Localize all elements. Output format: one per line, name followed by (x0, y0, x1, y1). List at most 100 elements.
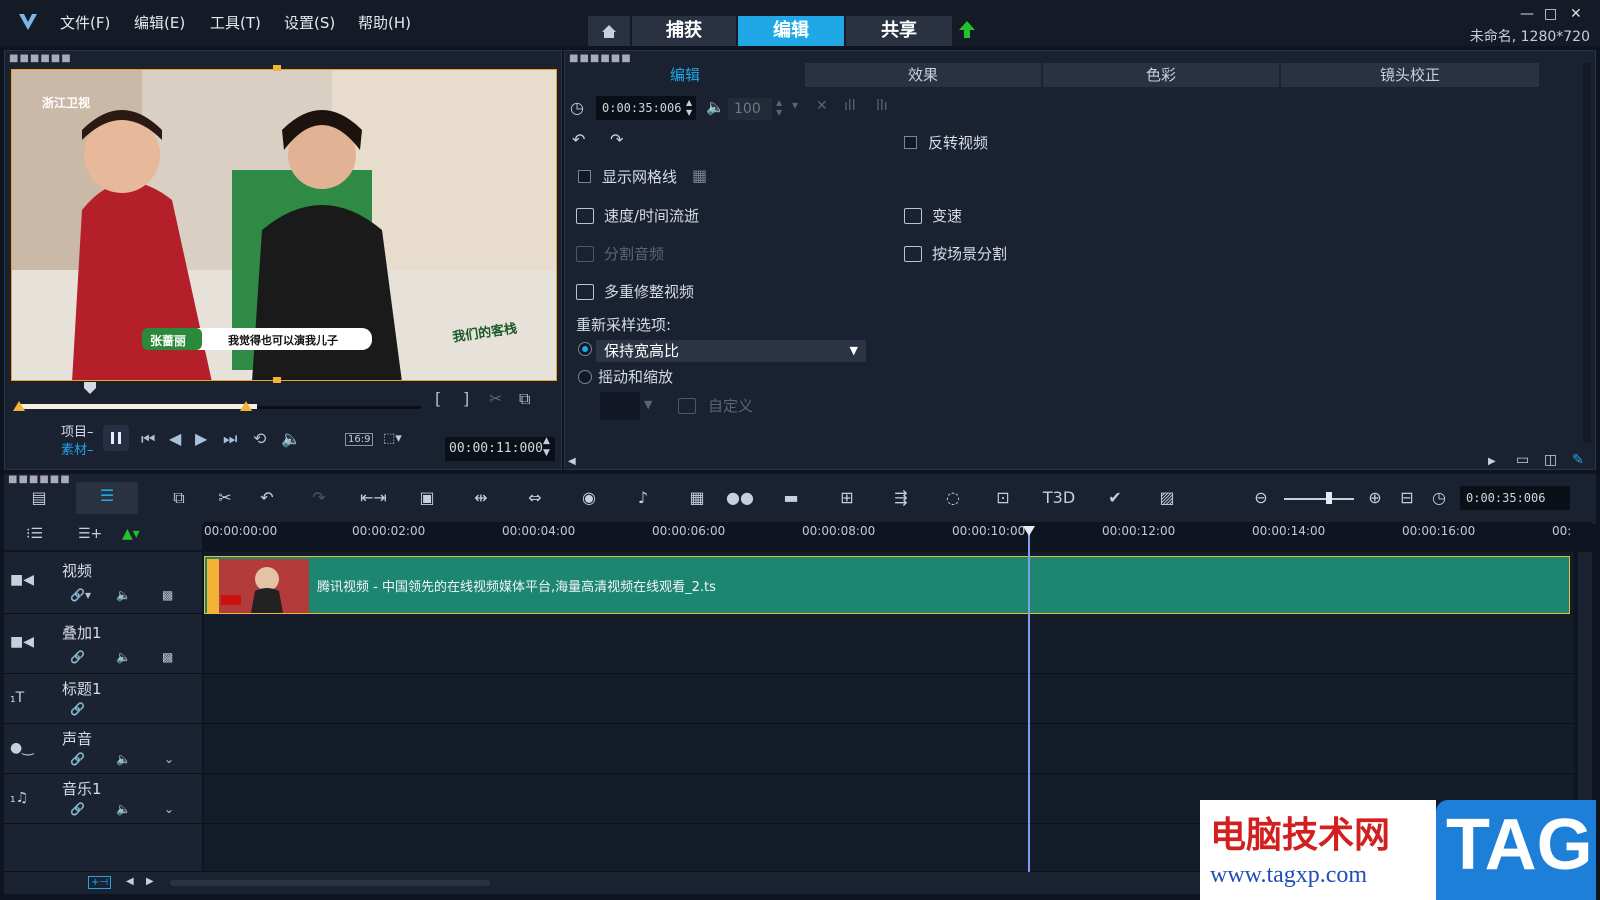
time-ruler[interactable]: 00:00:00:00 00:00:02:00 00:00:04:00 00:0… (204, 522, 1592, 548)
tab-color[interactable]: 色彩 (1043, 63, 1279, 87)
blend-icon[interactable]: ●● (726, 488, 754, 510)
repeat-icon[interactable]: ⟲ (253, 429, 266, 448)
menu-tools[interactable]: 工具(T) (210, 12, 261, 33)
track-header-title[interactable]: ₁T 标题1 🔗 (4, 674, 202, 724)
tab-lens-correction[interactable]: 镜头校正 (1281, 63, 1539, 87)
track-lane-title[interactable] (204, 674, 1574, 724)
storyboard-view-icon[interactable]: ▤ (26, 488, 52, 510)
trim-end-handle[interactable] (240, 401, 252, 411)
link-icon[interactable]: 🔗 (70, 752, 85, 766)
timeline-view-button[interactable]: ☰ (76, 482, 138, 514)
panel-grip-icon[interactable]: ■■■■■■ (9, 53, 72, 64)
project-mode-label[interactable]: 项目– (61, 421, 94, 440)
mute-track-icon[interactable]: 🔈 (116, 752, 131, 766)
track-header-voice[interactable]: ●‿ 声音 🔗 🔈 ⌄ (4, 724, 202, 774)
show-all-tracks-icon[interactable]: ⁝☰ (26, 526, 43, 542)
record-voiceover-icon[interactable]: ◉ (576, 488, 602, 510)
ripple-icon[interactable]: ▩ (162, 588, 173, 602)
next-frame-icon[interactable]: ▶ (195, 429, 207, 448)
scroll-left-icon[interactable]: ◀ (568, 456, 576, 467)
go-start-icon[interactable]: ⏮ (141, 429, 155, 449)
home-button[interactable] (588, 16, 630, 46)
enlarge-preview-icon[interactable]: ⧉ (519, 389, 530, 409)
volume-dropdown-icon[interactable]: ▾ (792, 98, 798, 112)
multicam-icon[interactable]: ▦ (684, 488, 710, 510)
resample-select[interactable]: 保持宽高比 ▼ (596, 340, 866, 362)
custom-button[interactable]: 自定义 (708, 395, 753, 416)
fit-timeline-icon[interactable]: ⊟ (1394, 488, 1420, 510)
tab-share[interactable]: 共享 (846, 16, 952, 46)
fade-in-icon[interactable]: ıll (844, 98, 856, 114)
split-screen-icon[interactable]: ⊞ (834, 488, 860, 510)
preview-timecode[interactable]: 00:00:11:000 (445, 437, 555, 461)
link-icon[interactable]: 🔗▾ (70, 588, 91, 602)
horizontal-scrollbar[interactable] (170, 880, 490, 886)
scroll-left-icon[interactable]: ◀ (126, 876, 134, 887)
change-display-icon[interactable]: ⬚▾ (383, 431, 402, 446)
tab-capture[interactable]: 捕获 (632, 16, 736, 46)
playhead[interactable] (1028, 530, 1030, 872)
grid-settings-icon[interactable]: ▦ (692, 166, 707, 185)
track-header-video[interactable]: ■◀ 视频 🔗▾ 🔈 ▩ (4, 552, 202, 614)
menu-help[interactable]: 帮助(H) (358, 12, 411, 33)
mask-icon[interactable]: ◌ (940, 488, 966, 510)
upload-icon[interactable] (958, 20, 976, 40)
timecode-stepper-icon[interactable]: ▲ ▼ (543, 435, 550, 459)
video-preview[interactable]: 浙江卫视 张蔷丽 我觉得也可以演我儿子 我们的客栈 (11, 69, 557, 381)
keep-aspect-radio[interactable] (578, 342, 592, 356)
split-audio-button[interactable]: 分割音频 (604, 243, 664, 264)
record-screen-icon[interactable]: ▣ (414, 488, 440, 510)
clip-mode-label[interactable]: 素材– (61, 439, 94, 458)
menu-edit[interactable]: 编辑(E) (134, 12, 185, 33)
zoom-fit-button[interactable]: +⊣ (88, 876, 112, 889)
duration-input[interactable]: 0:00:35:006 (596, 96, 696, 120)
show-grid-checkbox[interactable] (578, 170, 591, 183)
speed-time-lapse-button[interactable]: 速度/时间流逝 (604, 205, 699, 226)
split-by-scene-button[interactable]: 按场景分割 (932, 243, 1007, 264)
volume-input[interactable]: 100 (728, 98, 772, 120)
maximize-icon[interactable]: □ (1544, 6, 1557, 22)
mark-out-icon[interactable]: ] (463, 389, 469, 408)
preset-dropdown-icon[interactable]: ▼ (644, 398, 652, 411)
add-track-icon[interactable]: ☰+ (78, 526, 102, 542)
video-clip[interactable]: 腾讯视频 - 中国领先的在线视频媒体平台,海量高清视频在线观看_2.ts (204, 556, 1570, 614)
pan-zoom-radio[interactable] (578, 370, 592, 384)
subtitle-icon[interactable]: ▬ (778, 488, 804, 510)
rotate-left-icon[interactable]: ↶ (572, 130, 585, 149)
3d-title-icon[interactable]: T3D (1042, 488, 1076, 510)
zoom-in-icon[interactable]: ⊕ (1362, 488, 1388, 510)
track-header-overlay[interactable]: ■◀ 叠加1 🔗 🔈 ▩ (4, 614, 202, 674)
volume-icon[interactable]: 🔈 (281, 429, 301, 448)
mute-track-icon[interactable]: 🔈 (116, 588, 131, 602)
ripple-icon[interactable]: ▩ (162, 650, 173, 664)
volume-stepper-icon[interactable]: ▲ ▼ (776, 98, 782, 118)
tab-effects[interactable]: 效果 (805, 63, 1041, 87)
trim-start-handle[interactable] (13, 401, 25, 411)
scrubber-icon[interactable] (83, 381, 97, 399)
audio-ducking-icon[interactable]: ♪ (630, 488, 656, 510)
scroll-right-icon[interactable]: ▶ (1488, 456, 1496, 467)
crop-icon[interactable]: ⊡ (990, 488, 1016, 510)
fit-project-icon[interactable]: ⇤⇥ (360, 488, 387, 510)
mute-track-icon[interactable]: 🔈 (116, 650, 131, 664)
layout-2-icon[interactable]: ◫ (1544, 452, 1557, 468)
ripple-edit-icon[interactable]: ⇔ (522, 488, 548, 510)
track-lane-overlay[interactable] (204, 614, 1574, 674)
mixer-icon[interactable]: ✂ (212, 488, 238, 510)
paint-icon[interactable]: ✔ (1102, 488, 1128, 510)
pause-button[interactable] (103, 425, 129, 451)
menu-file[interactable]: 文件(F) (60, 12, 110, 33)
link-icon[interactable]: 🔗 (70, 650, 85, 664)
track-manager-icon[interactable]: ⧉ (166, 488, 192, 510)
variable-speed-button[interactable]: 变速 (932, 205, 962, 226)
aspect-ratio-button[interactable]: 16:9 (345, 433, 374, 446)
scroll-right-icon[interactable]: ▶ (146, 876, 154, 887)
fade-out-icon[interactable]: llı (876, 98, 888, 114)
zoom-slider[interactable] (1284, 498, 1354, 500)
smart-proxy-icon[interactable]: ⇹ (468, 488, 494, 510)
crop-handle-top[interactable] (273, 65, 281, 71)
go-end-icon[interactable]: ⏭ (223, 429, 237, 449)
track-lane-voice[interactable] (204, 724, 1574, 774)
stop-motion-icon[interactable]: ▨ (1154, 488, 1180, 510)
reverse-video-checkbox[interactable] (904, 136, 917, 149)
